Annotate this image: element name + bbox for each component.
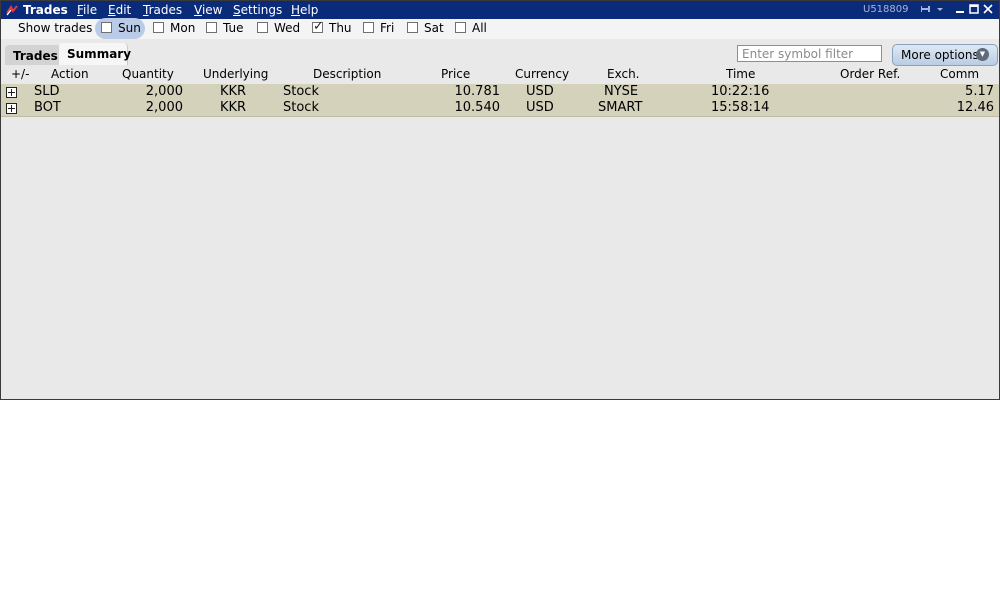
menu-help[interactable]: Help (291, 3, 318, 17)
checkbox[interactable] (407, 22, 418, 33)
table-row[interactable]: BOT 2,000 KKR Stock 10.540 USD SMART 15:… (1, 100, 999, 117)
show-trades-bar: Show trades Sun Mon Tue Wed ✓ Thu Fri Sa… (1, 18, 999, 39)
cell-price: 10.540 (454, 100, 501, 115)
minimize-icon[interactable] (954, 3, 966, 15)
cell-action: BOT (34, 100, 61, 115)
cell-description: Stock (283, 100, 319, 115)
col-header-order-ref[interactable]: Order Ref. (840, 67, 900, 81)
cell-currency: USD (526, 84, 554, 99)
tab-bar: Trades Summary More options ▼ (1, 39, 999, 66)
show-trades-label: Show trades (18, 21, 93, 35)
col-header-currency[interactable]: Currency (515, 67, 569, 81)
expand-icon[interactable] (6, 87, 17, 98)
cell-quantity: 2,000 (145, 84, 183, 99)
col-header-exch[interactable]: Exch. (607, 67, 640, 81)
menu-file[interactable]: File (77, 3, 97, 17)
checkbox[interactable] (153, 22, 164, 33)
title-bar: Trades File Edit Trades View Settings He… (1, 1, 999, 19)
checkbox[interactable] (101, 22, 112, 33)
cell-action: SLD (34, 84, 60, 99)
menu-view[interactable]: View (194, 3, 222, 17)
cell-time: 10:22:16 (711, 84, 770, 99)
account-id: U518809 (863, 4, 909, 15)
cell-time: 15:58:14 (711, 100, 770, 115)
close-icon[interactable] (982, 3, 994, 15)
app-logo-icon (6, 5, 18, 16)
symbol-filter-input[interactable] (737, 45, 882, 62)
menu-trades[interactable]: Trades (143, 3, 182, 17)
cell-exch: SMART (598, 100, 643, 115)
checkbox[interactable]: ✓ (312, 19, 324, 34)
menu-edit[interactable]: Edit (108, 3, 131, 17)
col-header-expand[interactable]: +/- (11, 67, 29, 81)
col-header-price[interactable]: Price (441, 67, 470, 81)
checkbox[interactable] (257, 22, 268, 33)
cell-comm: 5.17 (965, 84, 994, 99)
trades-window: Trades File Edit Trades View Settings He… (0, 0, 1000, 400)
col-header-action[interactable]: Action (51, 67, 89, 81)
checkbox[interactable] (455, 22, 466, 33)
pin-icon[interactable] (921, 3, 933, 15)
chevron-down-icon: ▼ (976, 48, 989, 61)
tab-summary[interactable]: Summary (59, 43, 131, 65)
cell-quantity: 2,000 (145, 100, 183, 115)
cell-exch: NYSE (604, 84, 639, 99)
col-header-underlying[interactable]: Underlying (203, 67, 268, 81)
col-header-description[interactable]: Description (313, 67, 381, 81)
col-header-time[interactable]: Time (726, 67, 755, 81)
table-body-empty-area (1, 117, 999, 399)
chevron-down-icon[interactable] (934, 3, 946, 15)
menu-settings[interactable]: Settings (233, 3, 282, 17)
expand-icon[interactable] (6, 103, 17, 114)
checkbox[interactable] (363, 22, 374, 33)
col-header-quantity[interactable]: Quantity (122, 67, 174, 81)
table-header: +/- Action Quantity Underlying Descripti… (1, 66, 999, 83)
cell-description: Stock (283, 84, 319, 99)
more-options-button[interactable]: More options ▼ (892, 44, 998, 66)
cell-underlying: KKR (220, 100, 247, 115)
checkmark-icon: ✓ (313, 19, 324, 34)
table-row[interactable]: SLD 2,000 KKR Stock 10.781 USD NYSE 10:2… (1, 84, 999, 100)
tab-trades[interactable]: Trades (5, 45, 61, 65)
window-title: Trades (23, 3, 68, 17)
cell-underlying: KKR (220, 84, 247, 99)
checkbox[interactable] (206, 22, 217, 33)
col-header-comm[interactable]: Comm (940, 67, 979, 81)
cell-currency: USD (526, 100, 554, 115)
cell-price: 10.781 (454, 84, 501, 99)
cell-comm: 12.46 (956, 100, 994, 115)
maximize-icon[interactable] (968, 3, 980, 15)
